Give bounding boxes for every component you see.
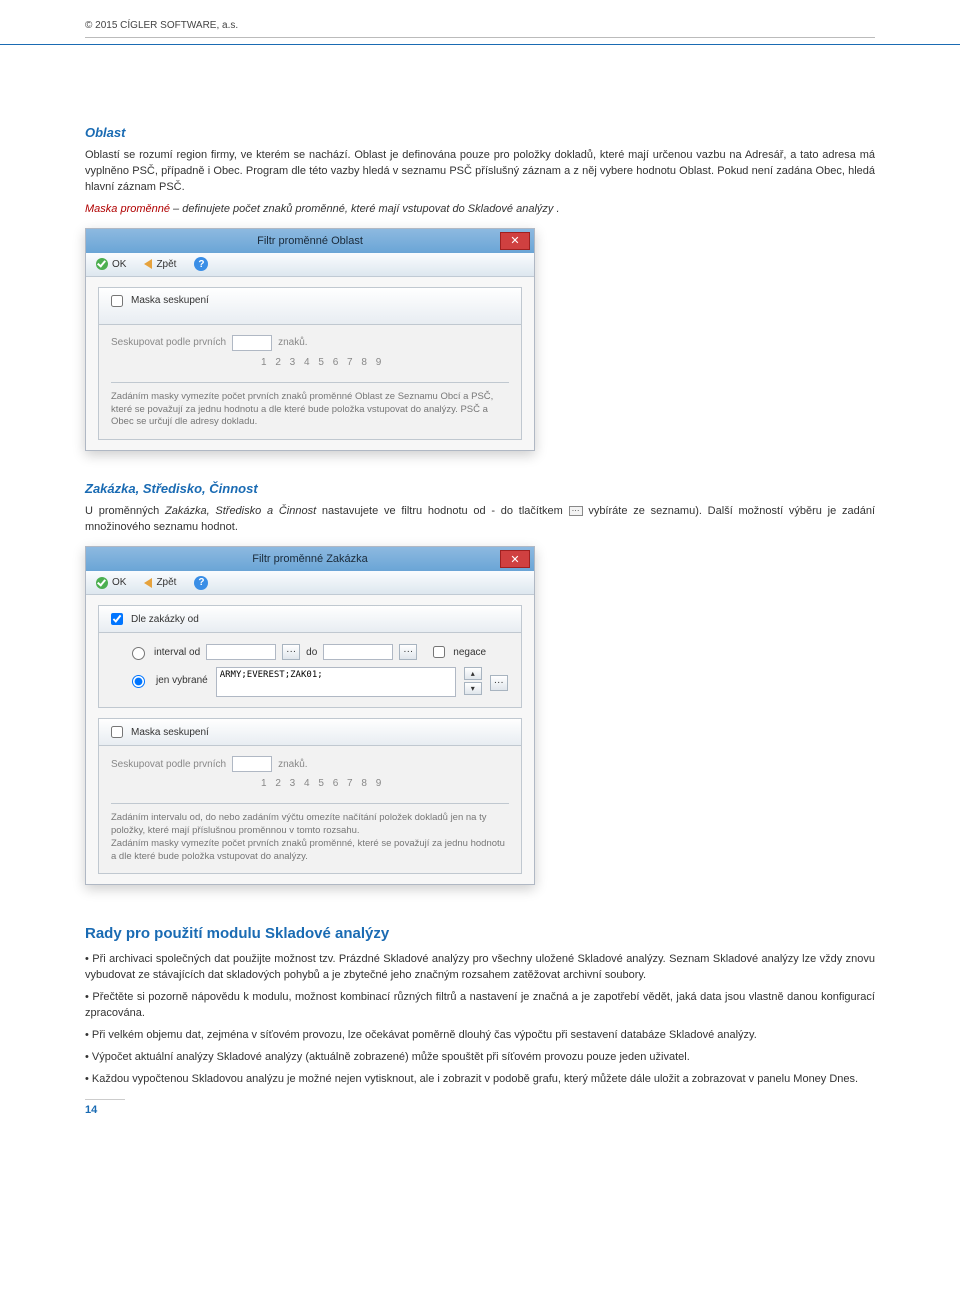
- close-button[interactable]: ✕: [500, 550, 530, 568]
- zakazka-paragraph: U proměnných Zakázka, Středisko a Činnos…: [85, 504, 875, 536]
- dialog-titlebar: Filtr proměnné Oblast ✕: [86, 229, 534, 253]
- group-suffix: znaků.: [278, 759, 307, 770]
- dialog-titlebar: Filtr proměnné Zakázka ✕: [86, 547, 534, 571]
- group-row: Seskupovat podle prvních znaků.: [111, 335, 509, 351]
- interval-from-picker[interactable]: ···: [282, 644, 300, 660]
- dialog-title: Filtr proměnné Oblast: [257, 235, 363, 247]
- dle-zakazky-label: Dle zakázky od: [131, 614, 199, 625]
- maska-checkbox[interactable]: [111, 726, 123, 738]
- interval-radio[interactable]: [132, 647, 145, 660]
- do-label: do: [306, 647, 317, 658]
- check-icon: [96, 258, 108, 270]
- back-button[interactable]: Zpět: [140, 575, 180, 590]
- group-row: Seskupovat podle prvních znaků.: [111, 756, 509, 772]
- oblast-maska-line: Maska proměnné – definujete počet znaků …: [85, 202, 875, 218]
- maska-checkbox-row[interactable]: Maska seskupení: [107, 292, 209, 310]
- selected-values-input[interactable]: [216, 667, 456, 697]
- section-title-rady: Rady pro použití modulu Skladové analýzy: [85, 925, 875, 942]
- interval-from-input[interactable]: [206, 644, 276, 660]
- dialog-title: Filtr proměnné Zakázka: [252, 553, 368, 565]
- close-icon: ✕: [510, 234, 519, 247]
- note-text: Zadáním masky vymezíte počet prvních zna…: [111, 382, 509, 429]
- ok-label: OK: [112, 259, 126, 270]
- maska-checkbox-label: Maska seskupení: [131, 727, 209, 738]
- scroll-down-button[interactable]: ▾: [464, 682, 482, 695]
- maska-promenne-rest: – definujete počet znaků proměnné, které…: [170, 203, 560, 215]
- check-icon: [96, 577, 108, 589]
- back-label: Zpět: [156, 259, 176, 270]
- mask-container: Maska seskupení Seskupovat podle prvních…: [98, 718, 522, 874]
- help-icon: ?: [194, 576, 208, 590]
- oblast-paragraph: Oblastí se rozumí region firmy, ve které…: [85, 148, 875, 196]
- header-rule: [0, 44, 960, 45]
- arrow-left-icon: [144, 578, 152, 588]
- rady-bullet-5: Každou vypočtenou Skladovou analýzu je m…: [85, 1072, 875, 1088]
- dle-zakazky-checkbox[interactable]: [111, 613, 123, 625]
- close-icon: ✕: [510, 553, 519, 566]
- interval-to-picker[interactable]: ···: [399, 644, 417, 660]
- ok-label: OK: [112, 577, 126, 588]
- negace-checkbox-row[interactable]: negace: [429, 643, 486, 661]
- help-icon: ?: [194, 257, 208, 271]
- group-count-input[interactable]: [232, 335, 272, 351]
- jen-vybrane-label: jen vybrané: [156, 675, 208, 686]
- select-picker-button[interactable]: ···: [490, 675, 508, 691]
- rady-bullet-1: Při archivaci společných dat použijte mo…: [85, 952, 875, 984]
- group-label: Seskupovat podle prvních: [111, 759, 226, 770]
- section-title-oblast: Oblast: [85, 125, 875, 140]
- dialog-filtr-zakazka: Filtr proměnné Zakázka ✕ OK Zpět ?: [85, 546, 535, 885]
- maska-checkbox-label: Maska seskupení: [131, 295, 209, 306]
- jen-vybrane-row: jen vybrané ▴ ▾ ···: [127, 667, 509, 697]
- jen-vybrane-radio[interactable]: [132, 675, 145, 688]
- rady-bullet-3: Při velkém objemu dat, zejména v síťovém…: [85, 1028, 875, 1044]
- note-text: Zadáním intervalu od, do nebo zadáním vý…: [111, 803, 509, 863]
- zak-text-it: Zakázka, Středisko a Činnost: [165, 505, 316, 517]
- interval-row: interval od ··· do ··· negace: [127, 643, 509, 661]
- dialog-filtr-oblast: Filtr proměnné Oblast ✕ OK Zpět ?: [85, 228, 535, 451]
- zak-text-a: U proměnných: [85, 505, 165, 517]
- back-button[interactable]: Zpět: [140, 257, 180, 272]
- dialog-toolbar: OK Zpět ?: [86, 253, 534, 277]
- arrow-left-icon: [144, 259, 152, 269]
- tab-container: Maska seskupení Seskupovat podle prvních…: [98, 287, 522, 440]
- scroll-up-button[interactable]: ▴: [464, 667, 482, 680]
- back-label: Zpět: [156, 577, 176, 588]
- tab-dle-zakazky[interactable]: Dle zakázky od: [99, 606, 521, 633]
- tab-container: Dle zakázky od interval od ··· do ···: [98, 605, 522, 708]
- rady-bullet-4: Výpočet aktuální analýzy Skladové analýz…: [85, 1050, 875, 1066]
- ellipsis-icon: ···: [569, 506, 583, 516]
- help-button[interactable]: ?: [190, 574, 212, 592]
- dle-zakazky-checkbox-row[interactable]: Dle zakázky od: [107, 610, 199, 628]
- negace-checkbox[interactable]: [433, 646, 445, 658]
- dialog-toolbar: OK Zpět ?: [86, 571, 534, 595]
- group-label: Seskupovat podle prvních: [111, 337, 226, 348]
- group-suffix: znaků.: [278, 337, 307, 348]
- ok-button[interactable]: OK: [92, 256, 130, 272]
- zak-text-b: nastavujete ve filtru hodnotu od - do tl…: [316, 505, 568, 517]
- group-count-input[interactable]: [232, 756, 272, 772]
- tab-maska[interactable]: Maska seskupení: [99, 719, 521, 746]
- page-number: 14: [85, 1099, 125, 1116]
- negace-label: negace: [453, 647, 486, 658]
- interval-label: interval od: [154, 647, 200, 658]
- num-hint: 1 2 3 4 5 6 7 8 9: [111, 778, 509, 789]
- interval-to-input[interactable]: [323, 644, 393, 660]
- maska-checkbox[interactable]: [111, 295, 123, 307]
- close-button[interactable]: ✕: [500, 232, 530, 250]
- page-header: © 2015 CÍGLER SOFTWARE, a.s.: [85, 20, 875, 38]
- tab-maska[interactable]: Maska seskupení: [99, 288, 521, 325]
- help-button[interactable]: ?: [190, 255, 212, 273]
- num-hint: 1 2 3 4 5 6 7 8 9: [111, 357, 509, 368]
- rady-bullet-2: Přečtěte si pozorně nápovědu k modulu, m…: [85, 990, 875, 1022]
- maska-checkbox-row[interactable]: Maska seskupení: [107, 723, 209, 741]
- ok-button[interactable]: OK: [92, 575, 130, 591]
- maska-promenne-label: Maska proměnné: [85, 203, 170, 215]
- section-title-zakazka: Zakázka, Středisko, Činnost: [85, 481, 875, 496]
